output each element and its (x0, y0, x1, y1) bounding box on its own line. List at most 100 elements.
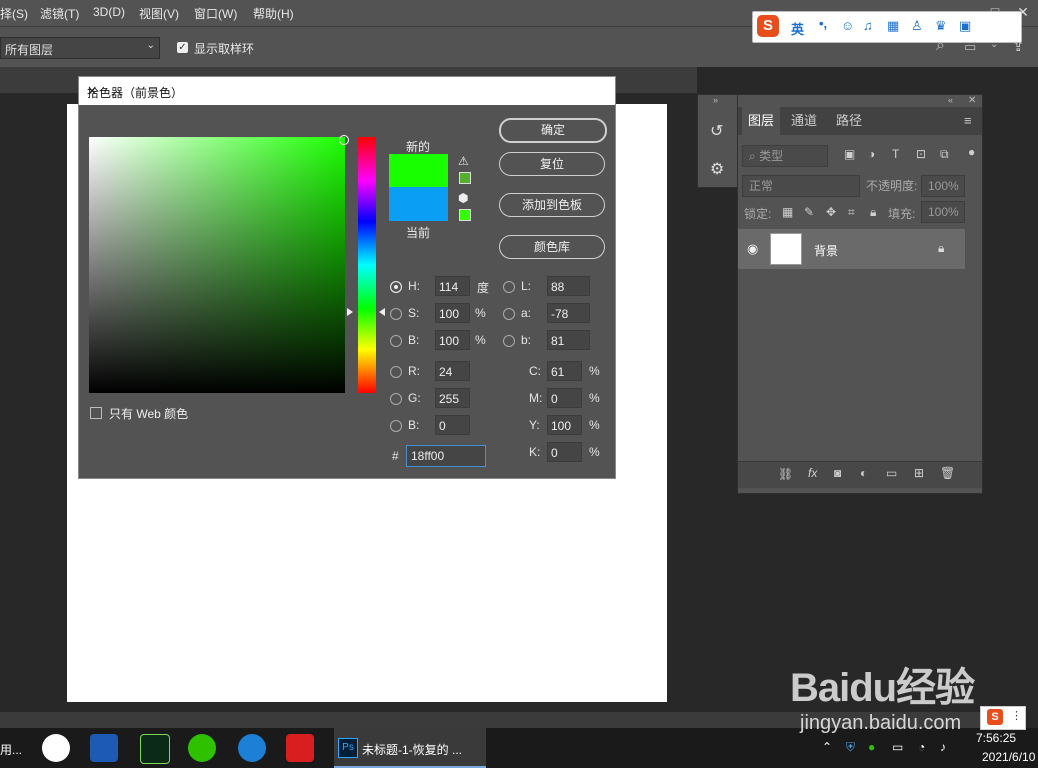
tray-expand-icon[interactable]: ⌃ (822, 740, 832, 754)
filter-toggle-icon[interactable]: ● (968, 145, 975, 159)
b-rgb-input[interactable]: 0 (435, 415, 470, 435)
emoji-icon[interactable]: ☺ (841, 18, 854, 33)
ime-language[interactable]: 英 (791, 19, 804, 38)
radio-a[interactable] (503, 308, 515, 320)
h-input[interactable]: 114 (435, 276, 470, 296)
blend-mode-select[interactable]: 正常 (742, 175, 860, 197)
gamut-swatch[interactable] (459, 172, 471, 184)
radio-r[interactable] (390, 366, 402, 378)
history-icon[interactable]: ↺ (710, 121, 723, 141)
lock-image-icon[interactable]: ✎ (804, 205, 814, 219)
add-to-swatches-button[interactable]: 添加到色板 (499, 193, 605, 217)
new-adjustment-icon[interactable]: ◐ (860, 466, 867, 480)
skin-icon[interactable]: ♛ (935, 18, 947, 34)
toolbox-icon[interactable]: ▣ (959, 18, 971, 34)
add-mask-icon[interactable]: ◙ (834, 466, 841, 480)
web-safe-swatch[interactable] (459, 209, 471, 221)
menu-window[interactable]: 窗口(W) (194, 5, 237, 22)
menu-help[interactable]: 帮助(H) (253, 5, 294, 22)
color-cursor[interactable] (339, 135, 349, 145)
properties-icon[interactable]: ⚙ (710, 159, 724, 179)
radio-l[interactable] (503, 281, 515, 293)
tab-layers[interactable]: 图层 (742, 107, 781, 135)
tab-channels[interactable]: 通道 (785, 107, 823, 135)
sogou-logo-icon[interactable]: S (757, 15, 779, 37)
filter-shape-icon[interactable]: ⊡ (916, 147, 926, 161)
taskbar-left-item[interactable]: 用... (0, 741, 22, 758)
new-group-icon[interactable]: ▭ (886, 466, 897, 480)
b-lab-input[interactable]: 81 (547, 330, 590, 350)
s-input[interactable]: 100 (435, 303, 470, 323)
show-ring-checkbox[interactable]: ✓ (177, 42, 188, 53)
wps-icon[interactable] (286, 734, 314, 762)
c-input[interactable]: 61 (547, 361, 582, 381)
layer-name[interactable]: 背景 (814, 242, 838, 259)
battery-icon[interactable]: ▭ (892, 740, 903, 754)
user-icon[interactable]: ♙ (911, 18, 923, 34)
menu-select[interactable]: 择(S) (0, 5, 28, 22)
radio-b-rgb[interactable] (390, 420, 402, 432)
security-icon[interactable]: ⛨ (846, 740, 855, 755)
layer-sample-select[interactable]: 所有图层 ⌄ (0, 37, 160, 59)
radio-g[interactable] (390, 393, 402, 405)
clock-date[interactable]: 2021/6/10 (982, 750, 1035, 764)
fx-icon[interactable]: fx (808, 466, 817, 480)
radio-b-lab[interactable] (503, 335, 515, 347)
filter-pixel-icon[interactable]: ▣ (844, 147, 855, 161)
g-input[interactable]: 255 (435, 388, 470, 408)
lock-transparent-icon[interactable]: ▦ (782, 205, 793, 219)
l-input[interactable]: 88 (547, 276, 590, 296)
filter-type-icon[interactable]: T (892, 147, 899, 161)
hue-slider-left-handle[interactable] (347, 308, 353, 316)
ime-corner-badge[interactable]: S ⋮ (980, 706, 1026, 730)
delete-layer-icon[interactable]: 🗑︎ (940, 466, 955, 480)
radio-h[interactable] (390, 281, 402, 293)
ok-button[interactable]: 确定 (499, 118, 607, 143)
color-libraries-button[interactable]: 颜色库 (499, 235, 605, 259)
close-icon[interactable]: ✕ (87, 84, 607, 98)
dreamweaver-icon[interactable] (140, 734, 170, 764)
hue-slider[interactable] (358, 137, 376, 393)
only-web-colors-checkbox[interactable] (90, 407, 102, 419)
visibility-eye-icon[interactable]: ◉ (747, 241, 758, 257)
r-input[interactable]: 24 (435, 361, 470, 381)
saturation-brightness-field[interactable] (89, 137, 345, 393)
a-input[interactable]: -78 (547, 303, 590, 323)
close-panel-icon[interactable]: ✕ (968, 95, 976, 106)
hex-input[interactable]: 18ff00 (406, 445, 486, 467)
layer-row[interactable]: ◉ 背景 🔒︎ (738, 229, 965, 269)
filter-adjustment-icon[interactable]: ◑ (868, 147, 875, 161)
k-input[interactable]: 0 (547, 442, 582, 462)
wechat-tray-icon[interactable]: ● (868, 740, 875, 754)
filter-smartobject-icon[interactable]: ⧉ (940, 147, 949, 162)
panel-menu-icon[interactable]: ≡ (964, 113, 972, 128)
lock-artboard-icon[interactable]: ⌗ (848, 205, 855, 220)
fill-input[interactable]: 100% (921, 201, 965, 223)
out-of-gamut-warning-icon[interactable]: ⚠ (458, 154, 469, 168)
current-color-swatch[interactable] (389, 187, 448, 221)
collapse-dock-icon[interactable]: » (713, 95, 718, 105)
ie-icon[interactable] (238, 734, 266, 762)
web-safe-cube-icon[interactable]: ⬢ (458, 191, 468, 205)
baidu-netdisk-icon[interactable] (42, 734, 70, 762)
volume-icon[interactable]: ♪ (940, 740, 946, 754)
reset-button[interactable]: 复位 (499, 152, 605, 176)
menu-filter[interactable]: 滤镜(T) (40, 5, 79, 22)
wechat-icon[interactable] (188, 734, 216, 762)
radio-b-hsb[interactable] (390, 335, 402, 347)
clock-time[interactable]: 7:56:25 (976, 731, 1016, 745)
photoshop-task[interactable]: Ps 未标题-1-恢复的 ... (334, 728, 486, 768)
link-layers-icon[interactable]: ⛓ (778, 467, 793, 481)
lock-all-icon[interactable]: 🔒︎ (870, 205, 876, 220)
maxthon-icon[interactable] (90, 734, 118, 762)
b-hsb-input[interactable]: 100 (435, 330, 470, 350)
lock-position-icon[interactable]: ✥ (826, 205, 836, 219)
filter-kind-select[interactable]: ⌕ 类型 (742, 145, 828, 167)
radio-s[interactable] (390, 308, 402, 320)
tab-paths[interactable]: 路径 (830, 107, 868, 135)
wifi-icon[interactable]: ◔ (918, 740, 925, 754)
keyboard-icon[interactable]: ▦ (887, 18, 899, 34)
menu-view[interactable]: 视图(V) (139, 5, 179, 22)
hue-slider-right-handle[interactable] (379, 308, 385, 316)
m-input[interactable]: 0 (547, 388, 582, 408)
